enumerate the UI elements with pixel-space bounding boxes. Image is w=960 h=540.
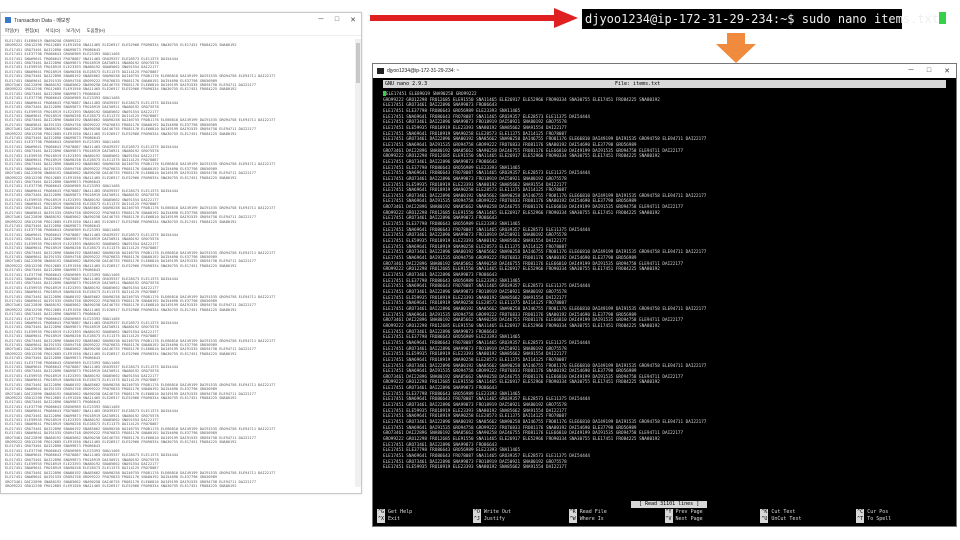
- menu-help[interactable]: 도움말(H): [86, 28, 105, 34]
- nano-shortcut: ^U UnCut Text: [760, 516, 856, 523]
- notepad-title: Transaction Data - 메모장: [14, 17, 71, 24]
- notepad-titlebar: Transaction Data - 메모장 ─ □ ✕: [1, 13, 361, 27]
- shortcut-label: Where Is: [579, 516, 604, 522]
- menu-format[interactable]: 서식(O): [45, 28, 60, 34]
- down-arrow-icon: [716, 33, 756, 63]
- menu-edit[interactable]: 편집(E): [25, 28, 39, 34]
- menu-view[interactable]: 보기(V): [66, 28, 80, 34]
- nano-shortcut-bar: ^G Get Help ^O Write Out ^R Read File ^Y Prev P…: [377, 509, 952, 523]
- nano-shortcut: ^W Where Is: [568, 516, 665, 523]
- terminal-titlebar: djyoo1234@ip-172-31-29-234: ~ ─ □ ✕: [373, 64, 956, 78]
- terminal-title: djyoo1234@ip-172-31-29-234: ~: [387, 68, 460, 74]
- command-line: djyoo1234@ip-172-31-29-234:~$ sudo nano …: [582, 9, 947, 29]
- notepad-app-icon: [5, 17, 11, 23]
- notepad-scrollbar[interactable]: [355, 39, 361, 487]
- nano-file-label: File: items.txt: [615, 81, 661, 87]
- close-icon[interactable]: ✕: [345, 16, 361, 24]
- nano-status-message: [ Read 31101 lines ]: [631, 501, 708, 508]
- nano-text-line: ELE17451 ELE59935 FRO18919 ELE23393 SNA8…: [383, 465, 567, 471]
- shortcut-key: ^W: [568, 516, 577, 523]
- notepad-window-controls: ─ □ ✕: [313, 16, 361, 24]
- nano-shortcut: ^Y Prev Page: [664, 509, 761, 516]
- nano-shortcut: ^T To Spell: [856, 516, 952, 523]
- notepad-text-line: GRO99222 GRO12298 FRO12685 ELE91550 SNA1…: [5, 484, 237, 487]
- notepad-text-area[interactable]: ELE17451 ELE89019 SNA90258 GRO99222 GRO99…: [5, 39, 353, 487]
- terminal-window-controls: ─ □ ✕: [902, 67, 956, 75]
- nano-shortcut: ^G Get Help: [377, 509, 473, 516]
- shortcut-key: ^J: [472, 516, 481, 523]
- maximize-icon[interactable]: □: [920, 67, 938, 75]
- nano-version: GNU nano 2.9.3: [385, 81, 428, 87]
- shortcut-label: Next Page: [675, 516, 703, 522]
- shortcut-label: Prev Page: [675, 509, 703, 515]
- nano-text-line: ELE17451 ELE89019 SNA90258 GRO99222: [383, 91, 950, 98]
- shortcut-label: Get Help: [388, 509, 413, 515]
- nano-header: GNU nano 2.9.3 File: items.txt: [383, 80, 946, 88]
- menu-file[interactable]: 파일(F): [5, 28, 19, 34]
- notepad-menubar: 파일(F) 편집(E) 서식(O) 보기(V) 도움말(H): [1, 27, 361, 36]
- shortcut-key: ^K: [760, 509, 769, 516]
- nano-editor-content[interactable]: ELE17451 ELE89019 SNA90258 GRO99222 GRO99…: [383, 91, 950, 475]
- nano-shortcut: ^O Write Out: [472, 509, 569, 516]
- cursor: [939, 12, 947, 24]
- shortcut-key: ^X: [377, 516, 386, 523]
- nano-shortcut: ^K Cut Text: [760, 509, 856, 516]
- shortcut-label: UnCut Text: [771, 516, 802, 522]
- minimize-icon[interactable]: ─: [902, 67, 920, 75]
- terminal-window: djyoo1234@ip-172-31-29-234: ~ ─ □ ✕ GNU …: [372, 63, 957, 527]
- nano-shortcut: ^J Justify: [472, 516, 569, 523]
- command-text: djyoo1234@ip-172-31-29-234:~$ sudo nano …: [585, 12, 940, 26]
- nano-shortcut: ^V Next Page: [664, 516, 761, 523]
- shortcut-label: Write Out: [483, 509, 511, 515]
- nano-shortcut: ^C Cur Pos: [856, 509, 952, 516]
- shortcut-key: ^G: [377, 509, 386, 516]
- shortcut-label: Cur Pos: [867, 509, 889, 515]
- nano-text-line-content: ELE17451 ELE89019 SNA90258 GRO99222: [386, 92, 477, 97]
- close-icon[interactable]: ✕: [938, 67, 956, 75]
- shortcut-key: ^Y: [664, 509, 673, 516]
- maximize-icon[interactable]: □: [329, 16, 345, 24]
- nano-shortcut: ^R Read File: [568, 509, 665, 516]
- shortcut-key: ^T: [856, 516, 865, 523]
- shortcut-key: ^C: [856, 509, 865, 516]
- terminal-app-icon: [377, 68, 384, 74]
- shortcut-label: Read File: [579, 509, 607, 515]
- scrollbar-thumb[interactable]: [356, 43, 360, 83]
- shortcut-label: Exit: [388, 516, 401, 522]
- right-arrow-icon: [370, 8, 578, 28]
- shortcut-key: ^U: [760, 516, 769, 523]
- shortcut-key: ^O: [472, 509, 481, 516]
- shortcut-label: Cut Text: [771, 509, 796, 515]
- minimize-icon[interactable]: ─: [313, 16, 329, 24]
- notepad-window: Transaction Data - 메모장 ─ □ ✕ 파일(F) 편집(E)…: [0, 12, 362, 494]
- shortcut-key: ^R: [568, 509, 577, 516]
- shortcut-label: Justify: [483, 516, 505, 522]
- nano-shortcut: ^X Exit: [377, 516, 473, 523]
- shortcut-label: To Spell: [867, 516, 892, 522]
- shortcut-key: ^V: [664, 516, 673, 523]
